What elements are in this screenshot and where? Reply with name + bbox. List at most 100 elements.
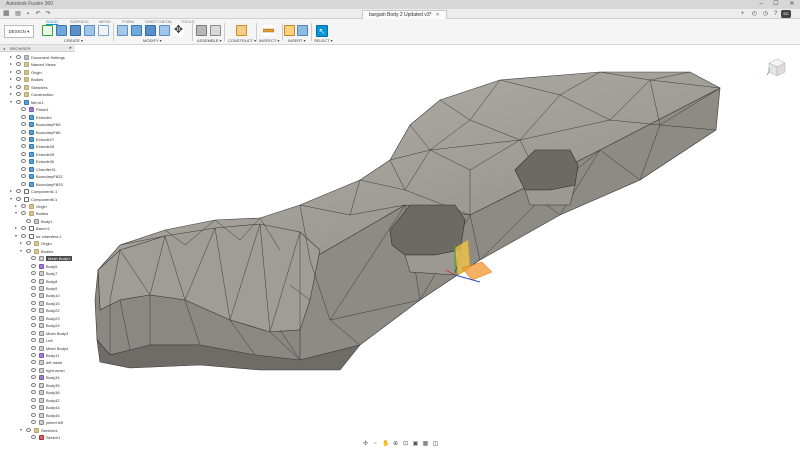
- hole-icon[interactable]: [84, 25, 95, 36]
- zoom-icon[interactable]: ⊕: [392, 441, 399, 448]
- fillet-icon[interactable]: [131, 25, 142, 36]
- assemble-menu-label[interactable]: ASSEMBLE ▾: [197, 38, 222, 43]
- expand-arrow-icon[interactable]: ▾: [15, 210, 17, 215]
- expand-arrow-icon[interactable]: ▸: [15, 225, 17, 230]
- visibility-eye-icon[interactable]: [16, 99, 21, 104]
- browser-tree-item[interactable]: Plane1: [0, 106, 75, 113]
- visibility-eye-icon[interactable]: [21, 174, 26, 179]
- browser-tree-item[interactable]: ▸ Origin: [0, 69, 75, 76]
- browser-tree-item[interactable]: Extrude29: [0, 151, 75, 158]
- visibility-eye-icon[interactable]: [31, 345, 36, 350]
- browser-tree-item[interactable]: Body15: [0, 300, 75, 307]
- browser-tree-item[interactable]: right mesh: [0, 367, 75, 374]
- browser-tree-item[interactable]: ▾ Mirror1: [0, 99, 75, 106]
- visibility-eye-icon[interactable]: [31, 271, 36, 276]
- expand-arrow-icon[interactable]: ▾: [20, 427, 22, 432]
- insert-image-icon[interactable]: [297, 25, 308, 36]
- tab-sheet-metal[interactable]: SHEET METAL: [145, 19, 172, 24]
- visibility-eye-icon[interactable]: [31, 405, 36, 410]
- move-icon[interactable]: ✥: [173, 25, 184, 36]
- measure-icon[interactable]: [262, 25, 275, 36]
- viewports-icon[interactable]: ◫: [432, 441, 439, 448]
- browser-collapse-icon[interactable]: ◂: [3, 46, 5, 51]
- browser-tree-item[interactable]: Body42: [0, 397, 75, 404]
- browser-tree-item[interactable]: Body23: [0, 315, 75, 322]
- visibility-eye-icon[interactable]: [31, 360, 36, 365]
- tab-mesh[interactable]: MESH: [99, 19, 111, 24]
- save-icon[interactable]: ▪: [24, 10, 32, 18]
- browser-tree-item[interactable]: Mesh Body4: [0, 345, 75, 352]
- extrude-icon[interactable]: [56, 25, 67, 36]
- visibility-eye-icon[interactable]: [21, 114, 26, 119]
- visibility-eye-icon[interactable]: [16, 196, 21, 201]
- browser-tree-item[interactable]: ▸ Sketches: [0, 84, 75, 91]
- browser-tree-item[interactable]: Body10: [0, 292, 75, 299]
- 3d-viewport[interactable]: [75, 45, 800, 440]
- browser-tree-item[interactable]: Left: [0, 337, 75, 344]
- browser-tree-item[interactable]: Mesh Body3: [0, 330, 75, 337]
- visibility-eye-icon[interactable]: [16, 92, 21, 97]
- visibility-eye-icon[interactable]: [16, 189, 21, 194]
- visibility-eye-icon[interactable]: [26, 241, 31, 246]
- browser-tree-item[interactable]: Sketch1: [0, 434, 75, 441]
- visibility-eye-icon[interactable]: [16, 77, 21, 82]
- visibility-eye-icon[interactable]: [21, 129, 26, 134]
- visibility-eye-icon[interactable]: [26, 248, 31, 253]
- visibility-eye-icon[interactable]: [31, 353, 36, 357]
- visibility-eye-icon[interactable]: [31, 315, 36, 320]
- model-canvas[interactable]: [75, 45, 800, 440]
- browser-tree-item[interactable]: Body7: [0, 270, 75, 277]
- visibility-eye-icon[interactable]: [21, 166, 26, 171]
- browser-tree-item[interactable]: BoundaryFill33: [0, 181, 75, 188]
- browser-tree-item[interactable]: left mesh: [0, 359, 75, 366]
- visibility-eye-icon[interactable]: [31, 330, 36, 335]
- browser-tree-item[interactable]: Body11: [0, 352, 75, 359]
- file-menu-icon[interactable]: ▤: [14, 10, 22, 18]
- browser-tree-item[interactable]: ▸ Origin: [0, 203, 75, 210]
- expand-arrow-icon[interactable]: ▾: [15, 233, 17, 238]
- browser-tree-item[interactable]: ▾ Bodies: [0, 210, 75, 217]
- visibility-eye-icon[interactable]: [21, 226, 26, 231]
- construct-menu-label[interactable]: CONSTRUCT ▾: [228, 38, 256, 43]
- browser-tree-item[interactable]: Extrude30: [0, 158, 75, 165]
- extensions-icon[interactable]: ◴: [750, 10, 759, 18]
- visibility-eye-icon[interactable]: [21, 233, 26, 238]
- orbit-icon[interactable]: ✣: [362, 441, 369, 448]
- visibility-eye-icon[interactable]: [31, 285, 36, 290]
- look-at-icon[interactable]: ▫: [372, 441, 379, 448]
- browser-tree-item[interactable]: Body45: [0, 412, 75, 419]
- visibility-eye-icon[interactable]: [31, 256, 36, 261]
- visibility-eye-icon[interactable]: [31, 308, 36, 313]
- browser-tree-item[interactable]: Body44: [0, 404, 75, 411]
- close-button[interactable]: ✕: [785, 0, 799, 9]
- visibility-eye-icon[interactable]: [21, 136, 26, 141]
- browser-tree-item[interactable]: BoundaryFill32: [0, 173, 75, 180]
- expand-arrow-icon[interactable]: ▸: [10, 188, 12, 193]
- visibility-eye-icon[interactable]: [31, 278, 36, 283]
- visibility-eye-icon[interactable]: [21, 159, 26, 164]
- browser-tree-item[interactable]: Body8: [0, 278, 75, 285]
- browser-tree-item[interactable]: ▸ Origin: [0, 240, 75, 247]
- undo-icon[interactable]: ↶: [34, 10, 42, 18]
- browser-tree-item[interactable]: Body36: [0, 389, 75, 396]
- help-icon[interactable]: ?: [771, 10, 780, 18]
- visibility-eye-icon[interactable]: [31, 434, 36, 439]
- expand-arrow-icon[interactable]: ▾: [10, 196, 12, 201]
- expand-arrow-icon[interactable]: ▸: [10, 84, 12, 89]
- new-component-icon[interactable]: [196, 25, 207, 36]
- visibility-eye-icon[interactable]: [16, 62, 21, 67]
- redo-icon[interactable]: ↷: [44, 10, 52, 18]
- select-menu-label[interactable]: SELECT ▾: [314, 38, 333, 43]
- browser-pin-icon[interactable]: ▸: [69, 45, 72, 51]
- visibility-eye-icon[interactable]: [31, 420, 36, 425]
- shell-icon[interactable]: [159, 25, 170, 36]
- create-sketch-icon[interactable]: [42, 25, 53, 36]
- fit-icon[interactable]: ⊡: [402, 441, 409, 448]
- chamfer-icon[interactable]: [145, 25, 156, 36]
- visibility-eye-icon[interactable]: [21, 204, 26, 208]
- tab-form[interactable]: FORM: [122, 19, 134, 24]
- visibility-eye-icon[interactable]: [21, 107, 26, 112]
- maximize-button[interactable]: ☐: [769, 0, 783, 9]
- create-menu-label[interactable]: CREATE ▾: [64, 38, 83, 43]
- browser-tree-item[interactable]: BoundaryFill5: [0, 121, 75, 128]
